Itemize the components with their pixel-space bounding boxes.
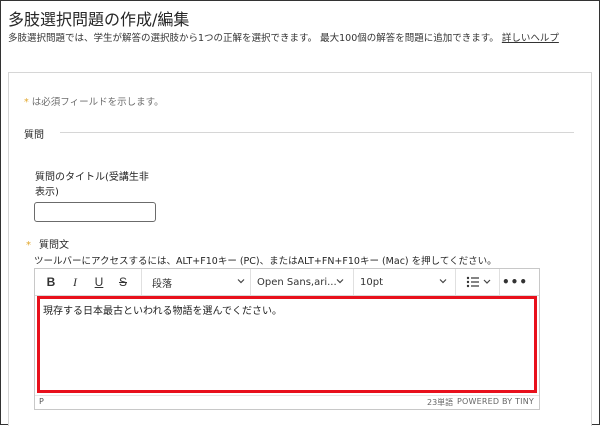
toolbar-separator [250,269,251,295]
font-family-select[interactable]: Open Sans,ari... [257,269,349,295]
question-title-label: 質問のタイトル(受講生非表示) [35,172,149,198]
toolbar-hint: ツールバーにアクセスするには、ALT+F10キー (PC)、またはALT+FN+… [34,256,497,267]
question-text-label: * 質問文 [26,236,69,251]
editor-statusbar: P 23単語 POWERED BY TINY [35,395,539,410]
page-description: 多肢選択問題では、学生が解答の選択肢から1つの正解を選択できます。 最大100個… [8,30,559,44]
more-icon[interactable]: ••• [502,269,527,295]
required-asterisk: * [24,97,29,108]
question-title-input[interactable] [34,202,156,222]
chevron-down-icon [336,279,344,284]
toolbar-separator [455,269,456,295]
question-text-label-text: 質問文 [39,240,69,251]
toolbar-separator [353,269,354,295]
editor-content-area[interactable]: 現存する日本最古といわれる物語を選んでください。 [37,296,537,393]
toolbar-separator [141,269,142,295]
element-path[interactable]: P [39,397,44,406]
bold-button[interactable]: B [43,269,59,295]
bullet-list-button[interactable] [461,269,495,295]
paragraph-select-value: 段落 [152,278,172,290]
editor-toolbar: B I U S 段落 Open Sans,ari... 10pt ••• [35,269,539,296]
section-title: 質問 [24,130,44,141]
powered-by-link[interactable]: POWERED BY TINY [457,397,534,406]
paragraph-select[interactable]: 段落 [148,269,250,295]
required-note-text: は必須フィールドを示します。 [31,97,164,108]
word-count: 23単語 [427,398,454,407]
font-size-select[interactable]: 10pt [360,269,452,295]
chevron-down-icon [237,279,245,284]
section-divider [60,132,574,133]
font-size-value: 10pt [360,276,383,288]
underline-button[interactable]: U [91,269,107,295]
required-note: * は必須フィールドを示します。 [24,94,164,108]
italic-button[interactable]: I [67,269,83,295]
toolbar-separator [499,269,500,295]
editor-content-text: 現存する日本最古といわれる物語を選んでください。 [43,306,282,317]
rich-text-editor: B I U S 段落 Open Sans,ari... 10pt ••• 現存す… [34,268,540,410]
question-required-asterisk: * [26,240,31,251]
chevron-down-icon [439,279,447,284]
bullet-list-icon [466,276,491,288]
font-family-value: Open Sans,ari... [257,276,337,288]
description-text: 多肢選択問題では、学生が解答の選択肢から1つの正解を選択できます。 最大100個… [8,33,499,44]
strikethrough-button[interactable]: S [115,269,131,295]
page-title: 多肢選択問題の作成/編集 [8,10,190,29]
help-link[interactable]: 詳しいヘルプ [502,33,559,44]
